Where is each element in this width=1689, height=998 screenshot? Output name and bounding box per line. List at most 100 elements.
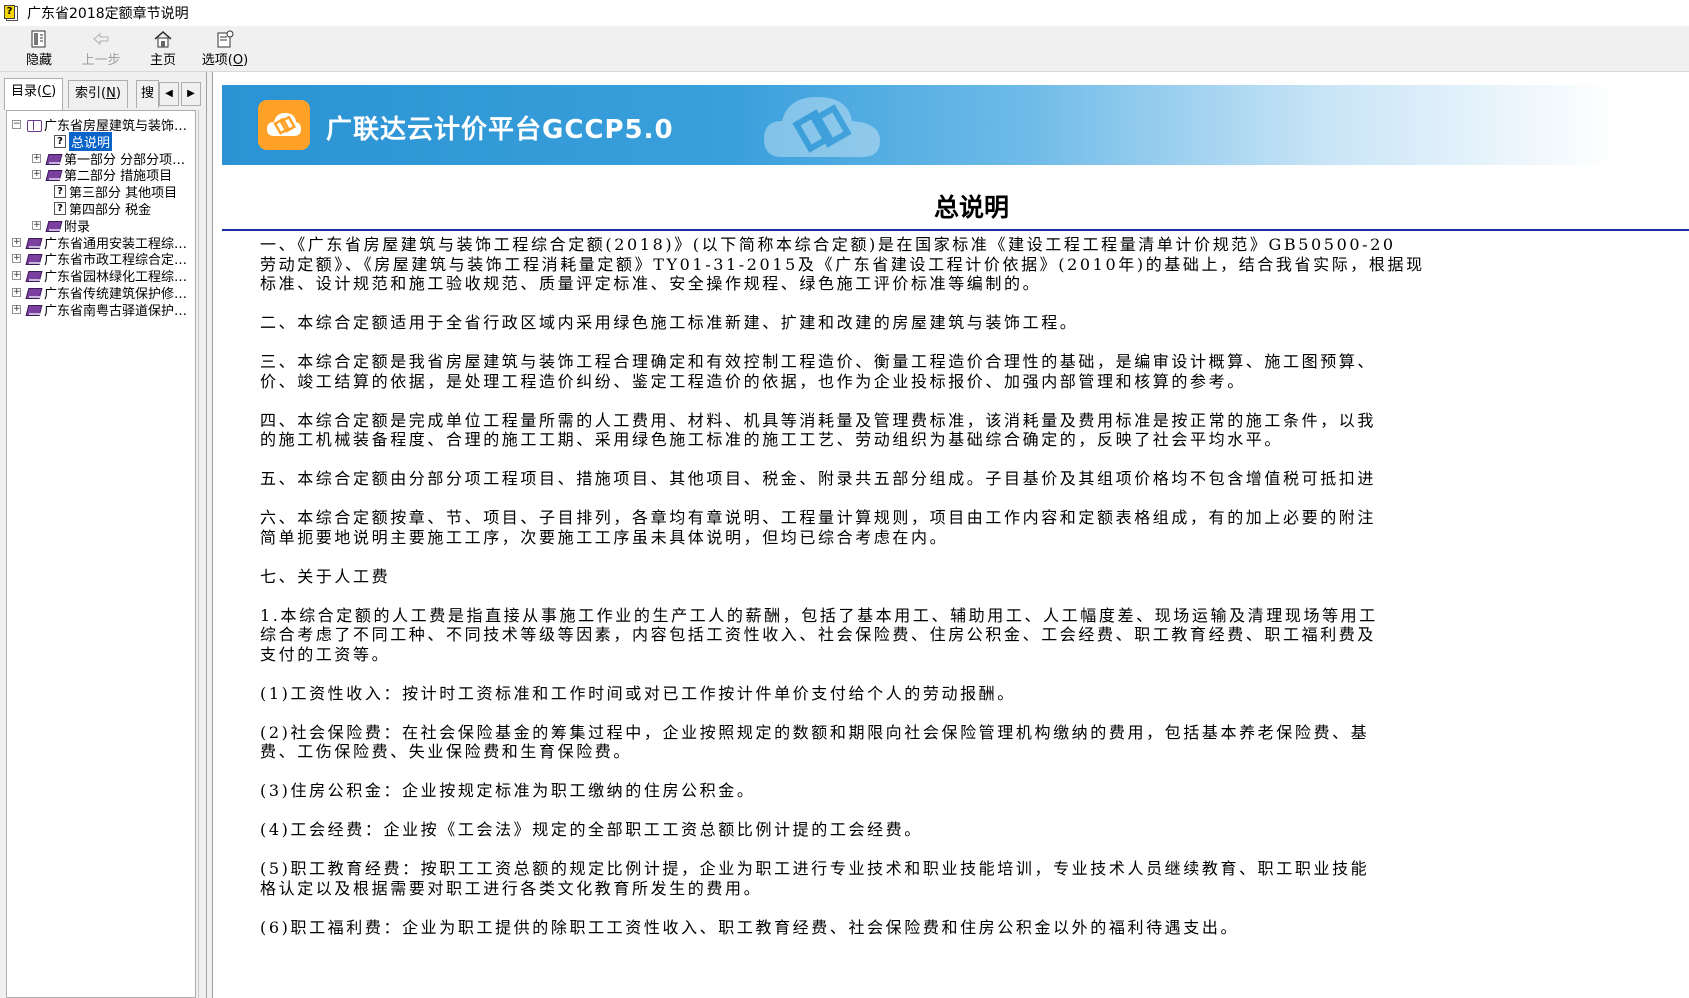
- tab-contents[interactable]: 目录(C): [4, 78, 64, 110]
- help-page-icon: ?: [54, 202, 66, 215]
- title-bar: ? 广东省2018定额章节说明: [0, 0, 1689, 26]
- closed-book-icon: [46, 152, 61, 165]
- tree-item[interactable]: + 广东省园林绿化工程综…: [12, 267, 187, 285]
- closed-book-icon: [26, 303, 41, 316]
- text-line: 的施工机械装备程度、合理的施工工期、采用绿色施工标准的施工工艺、劳动组织为基础综…: [260, 430, 1284, 449]
- triangle-left-icon: ◀: [165, 88, 173, 99]
- banner-watermark-icon: [764, 97, 880, 157]
- window-title: 广东省2018定额章节说明: [27, 6, 189, 22]
- text-line: 劳动定额》、《房屋建筑与装饰工程消耗量定额》TY01-31-2015及《广东省建…: [260, 254, 1425, 274]
- open-book-icon: [26, 118, 42, 132]
- closed-book-icon: [26, 286, 41, 299]
- home-button[interactable]: 主页: [132, 26, 194, 72]
- text-line: 支付的工资等。: [260, 644, 391, 664]
- tree-item[interactable]: ? 第三部分 其他项目: [54, 183, 177, 201]
- help-page-icon: ?: [54, 134, 66, 148]
- navigation-pane: 目录(C) 索引(N) 搜 ◀ ▶ − 广东省房屋建筑与装饰…? 总说明 + 第一部分 …: [0, 72, 207, 998]
- banner-title: 广联达云计价平台GCCP5.0: [326, 115, 674, 145]
- text-line: 五、本综合定额由分部分项工程项目、措施项目、其他项目、税金、附录共五部分组成。子…: [260, 469, 1377, 488]
- tree-item-label: 广东省房屋建筑与装饰…: [44, 119, 188, 134]
- tree-item[interactable]: + 广东省传统建筑保护修…: [12, 284, 187, 302]
- text-line: (3)住房公积金：企业按规定标准为职工缴纳的住房公积金。: [260, 781, 756, 800]
- arrow-left-icon: [91, 29, 111, 53]
- expand-icon[interactable]: +: [32, 153, 41, 163]
- tab-index[interactable]: 索引(N): [68, 80, 128, 108]
- pane-splitter[interactable]: [198, 110, 204, 998]
- help-app-icon: ?: [4, 4, 21, 22]
- text-line: 格认定以及根据需要对职工进行各类文化教育所发生的费用。: [260, 878, 763, 898]
- tree-item[interactable]: − 广东省房屋建筑与装饰…: [12, 116, 188, 134]
- text-line: 费、工伤保险费、失业保险费和生育保险费。: [260, 742, 633, 761]
- document-body: 一、《广东省房屋建筑与装饰工程综合定额(2018)》(以下简称本综合定额)是在国…: [260, 235, 1689, 937]
- tree-item[interactable]: + 附录: [32, 217, 90, 235]
- text-line: 标准、设计规范和施工验收规范、质量评定标准、安全操作规程、绿色施工评价标准等编制…: [260, 274, 1042, 293]
- text-line: (6)职工福利费：企业为职工提供的除职工工资性收入、职工教育经费、社会保险费和住…: [260, 917, 1240, 937]
- options-button[interactable]: 选项(O): [194, 26, 256, 72]
- hide-button[interactable]: 隐藏: [8, 26, 70, 72]
- back-button[interactable]: 上一步: [70, 26, 132, 72]
- text-line: 价、竣工结算的依据，是处理工程造价纠纷、鉴定工程造价的依据，也作为企业投标报价、…: [260, 371, 1246, 391]
- collapse-icon[interactable]: −: [12, 120, 21, 129]
- text-line: 1.本综合定额的人工费是指直接从事施工作业的生产工人的薪酬，包括了基本用工、辅助…: [260, 605, 1378, 625]
- text-line: (5)职工教育经费：按职工工资总额的规定比例计提，企业为职工进行专业技术和职业技…: [260, 859, 1370, 878]
- closed-book-icon: [26, 236, 41, 249]
- closed-book-icon: [26, 269, 41, 282]
- banner: 广联达云计价平台GCCP5.0: [222, 85, 1689, 165]
- help-page-icon: ?: [54, 185, 66, 199]
- closed-book-icon: [46, 219, 61, 232]
- text-line: 简单扼要地说明主要施工工序，次要施工工序虽未具体说明，但均已综合考虑在内。: [260, 527, 949, 547]
- tree-item[interactable]: ? 第四部分 税金: [54, 200, 151, 218]
- triangle-right-icon: ▶: [187, 88, 195, 99]
- tree-item[interactable]: + 广东省通用安装工程综…: [12, 234, 187, 252]
- content-pane: 广联达云计价平台GCCP5.0 总说明 一、《广东省房屋建筑与装饰工程综合定额(…: [212, 72, 1689, 998]
- text-line: (2)社会保险费：在社会保险基金的筹集过程中，企业按照规定的数额和期限向社会保险…: [260, 722, 1370, 742]
- text-line: (1)工资性收入：按计时工资标准和工作时间或对已工作按计件单价支付给个人的劳动报…: [260, 683, 1016, 703]
- expand-icon[interactable]: +: [12, 288, 21, 297]
- tree-item-label: 广东省南粤古驿道保护…: [44, 303, 188, 319]
- tree-item[interactable]: + 广东省南粤古驿道保护…: [12, 301, 188, 319]
- expand-icon[interactable]: +: [12, 304, 21, 314]
- tree-item[interactable]: + 广东省市政工程综合定…: [12, 250, 187, 268]
- document-title: 总说明: [933, 193, 1009, 222]
- nav-tabs: 目录(C) 索引(N) 搜 ◀ ▶: [2, 78, 205, 110]
- text-line: (4)工会经费：企业按《工会法》规定的全部职工工资总额比例计提的工会经费。: [260, 820, 923, 839]
- home-label: 主页: [149, 53, 176, 68]
- tree-item[interactable]: + 第一部分 分部分项…: [32, 150, 185, 168]
- closed-book-icon: [46, 168, 61, 181]
- toolbar: 隐藏 上一步 主页 选项(O): [0, 26, 1689, 72]
- tree-item[interactable]: ? 总说明: [54, 131, 113, 151]
- back-label: 上一步: [81, 53, 121, 68]
- text-line: 一、《广东省房屋建筑与装饰工程综合定额(2018)》(以下简称本综合定额)是在国…: [260, 235, 1396, 254]
- closed-book-icon: [26, 252, 41, 265]
- expand-icon[interactable]: +: [32, 170, 41, 180]
- text-line: 七、关于人工费: [260, 566, 391, 586]
- hide-pane-icon: [29, 29, 49, 53]
- text-line: 三、本综合定额是我省房屋建筑与装饰工程合理确定和有效控制工程造价、衡量工程造价合…: [260, 352, 1377, 371]
- expand-icon[interactable]: +: [12, 237, 21, 247]
- text-line: 四、本综合定额是完成单位工程量所需的人工费用、材料、机具等消耗量及管理费标准，该…: [260, 410, 1377, 430]
- gldcloud-logo: [258, 100, 310, 150]
- expand-icon[interactable]: +: [32, 220, 41, 230]
- home-icon: [153, 29, 173, 53]
- expand-icon[interactable]: +: [12, 254, 21, 264]
- tab-scroll-right[interactable]: ▶: [181, 82, 201, 106]
- title-rule: [222, 229, 1689, 231]
- tab-scroll-left[interactable]: ◀: [159, 82, 179, 106]
- tree-item[interactable]: + 第二部分 措施项目: [32, 166, 172, 184]
- expand-icon[interactable]: +: [12, 271, 21, 281]
- tab-search[interactable]: 搜: [136, 80, 160, 108]
- options-label: 选项(O): [201, 53, 249, 68]
